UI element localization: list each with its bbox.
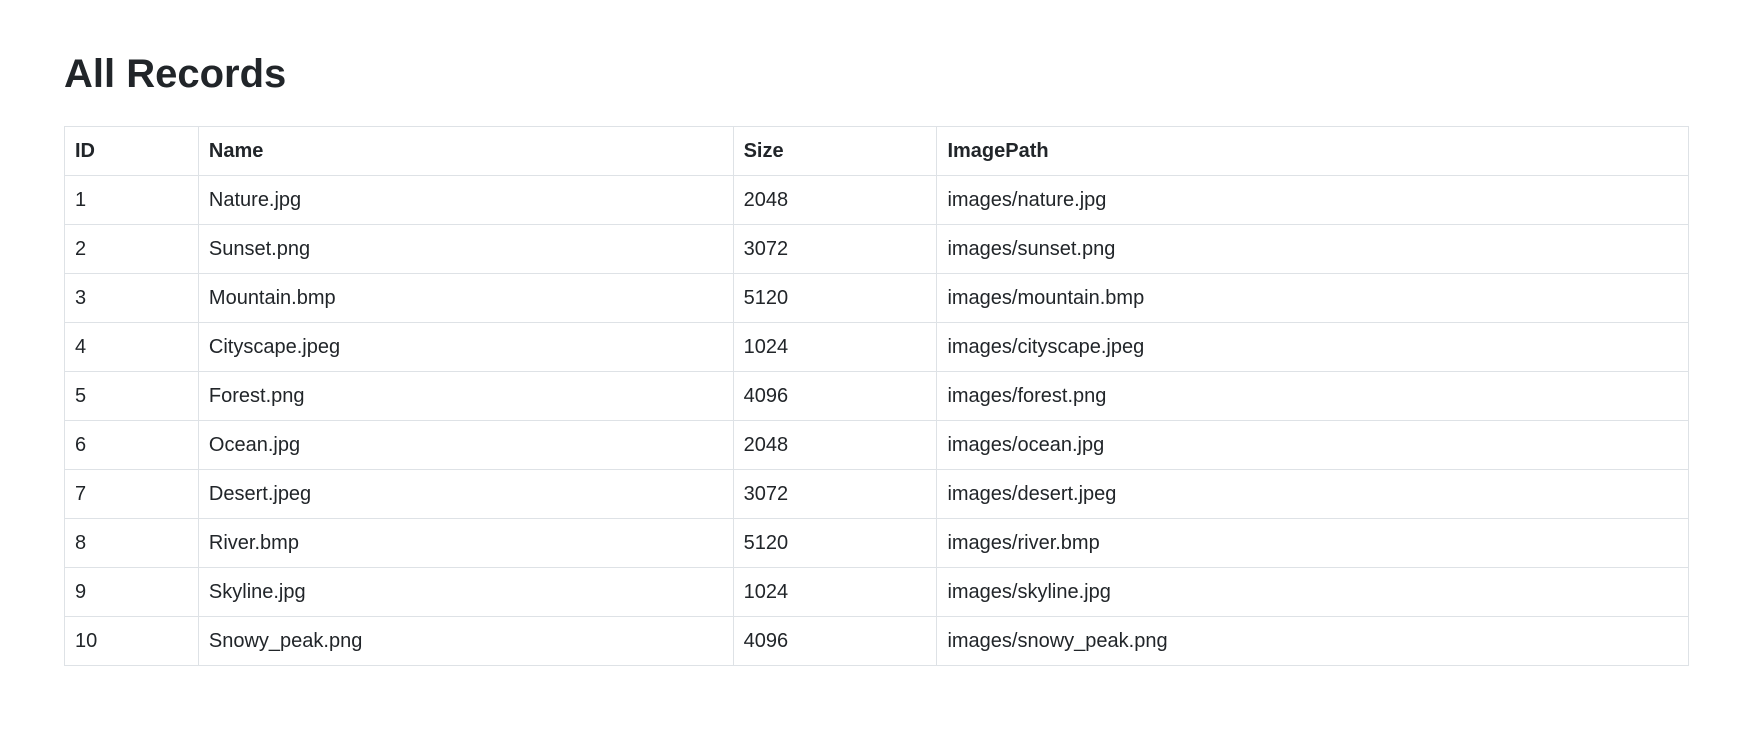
- table-row: 7 Desert.jpeg 3072 images/desert.jpeg: [64, 469, 1689, 519]
- cell-size: 4096: [732, 616, 938, 666]
- cell-name: Forest.png: [197, 371, 734, 421]
- cell-imagepath: images/mountain.bmp: [936, 273, 1689, 323]
- column-header-imagepath: ImagePath: [936, 126, 1689, 176]
- column-header-name: Name: [197, 126, 734, 176]
- table-row: 8 River.bmp 5120 images/river.bmp: [64, 518, 1689, 568]
- cell-id: 3: [64, 273, 199, 323]
- cell-imagepath: images/ocean.jpg: [936, 420, 1689, 470]
- cell-name: Nature.jpg: [197, 175, 734, 225]
- cell-size: 1024: [732, 567, 938, 617]
- cell-imagepath: images/nature.jpg: [936, 175, 1689, 225]
- cell-name: Mountain.bmp: [197, 273, 734, 323]
- cell-imagepath: images/river.bmp: [936, 518, 1689, 568]
- cell-size: 5120: [732, 518, 938, 568]
- cell-imagepath: images/forest.png: [936, 371, 1689, 421]
- table-row: 10 Snowy_peak.png 4096 images/snowy_peak…: [64, 616, 1689, 666]
- cell-id: 10: [64, 616, 199, 666]
- cell-imagepath: images/skyline.jpg: [936, 567, 1689, 617]
- table-row: 9 Skyline.jpg 1024 images/skyline.jpg: [64, 567, 1689, 617]
- cell-imagepath: images/desert.jpeg: [936, 469, 1689, 519]
- cell-size: 2048: [732, 420, 938, 470]
- table-row: 2 Sunset.png 3072 images/sunset.png: [64, 224, 1689, 274]
- cell-imagepath: images/cityscape.jpeg: [936, 322, 1689, 372]
- table-body: 1 Nature.jpg 2048 images/nature.jpg 2 Su…: [64, 175, 1689, 666]
- cell-size: 2048: [732, 175, 938, 225]
- cell-name: River.bmp: [197, 518, 734, 568]
- cell-id: 1: [64, 175, 199, 225]
- cell-id: 9: [64, 567, 199, 617]
- cell-size: 3072: [732, 469, 938, 519]
- cell-name: Snowy_peak.png: [197, 616, 734, 666]
- column-header-size: Size: [732, 126, 938, 176]
- column-header-id: ID: [64, 126, 199, 176]
- cell-id: 5: [64, 371, 199, 421]
- cell-imagepath: images/sunset.png: [936, 224, 1689, 274]
- table-row: 6 Ocean.jpg 2048 images/ocean.jpg: [64, 420, 1689, 470]
- table-row: 5 Forest.png 4096 images/forest.png: [64, 371, 1689, 421]
- page-title: All Records: [64, 52, 287, 96]
- table-row: 4 Cityscape.jpeg 1024 images/cityscape.j…: [64, 322, 1689, 372]
- cell-size: 4096: [732, 371, 938, 421]
- cell-id: 2: [64, 224, 199, 274]
- cell-imagepath: images/snowy_peak.png: [936, 616, 1689, 666]
- table-header-row: ID Name Size ImagePath: [64, 126, 1689, 176]
- cell-name: Desert.jpeg: [197, 469, 734, 519]
- cell-name: Sunset.png: [197, 224, 734, 274]
- cell-name: Skyline.jpg: [197, 567, 734, 617]
- cell-size: 3072: [732, 224, 938, 274]
- records-table: ID Name Size ImagePath 1 Nature.jpg 2048…: [64, 126, 1689, 666]
- cell-size: 5120: [732, 273, 938, 323]
- cell-id: 7: [64, 469, 199, 519]
- table-row: 1 Nature.jpg 2048 images/nature.jpg: [64, 175, 1689, 225]
- cell-name: Cityscape.jpeg: [197, 322, 734, 372]
- cell-id: 4: [64, 322, 199, 372]
- cell-name: Ocean.jpg: [197, 420, 734, 470]
- table-row: 3 Mountain.bmp 5120 images/mountain.bmp: [64, 273, 1689, 323]
- cell-id: 6: [64, 420, 199, 470]
- cell-id: 8: [64, 518, 199, 568]
- cell-size: 1024: [732, 322, 938, 372]
